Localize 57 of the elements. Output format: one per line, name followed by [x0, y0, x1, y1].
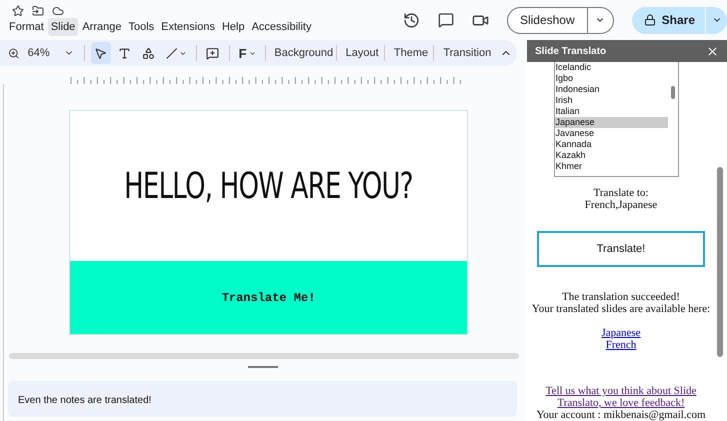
translate-button[interactable]: Translate! [537, 231, 705, 267]
star-icon[interactable] [12, 5, 24, 17]
menu-item[interactable]: Slide [48, 18, 78, 36]
panel-scroll-thumb[interactable] [717, 167, 723, 357]
speaker-notes[interactable]: Even the notes are translated! [18, 395, 152, 406]
success-message: The translation succeeded! [562, 291, 680, 303]
toolbar-button[interactable]: Transition [440, 42, 489, 64]
text-icon [118, 46, 130, 60]
list-scroll-thumb[interactable] [670, 86, 674, 99]
slideshow-button[interactable]: Slideshow [508, 8, 587, 32]
language-option[interactable]: Kannada [554, 139, 668, 150]
menu-item[interactable]: Help [218, 18, 248, 36]
menu-item[interactable]: Extensions [158, 18, 218, 36]
select-tool-button[interactable] [90, 42, 110, 64]
scrollbar[interactable] [9, 353, 519, 359]
menu-item[interactable]: Arrange [79, 18, 124, 36]
menu-item[interactable]: Tools [125, 18, 158, 36]
language-option[interactable]: Kazakh [554, 150, 668, 161]
language-list[interactable]: Icelandic Igbo Indonesian Irish Italian Japanese Javanese Kannada Kazakh Khmer [554, 62, 678, 177]
language-option[interactable]: Javanese [554, 128, 668, 139]
language-option[interactable]: Irish [554, 95, 668, 106]
language-option[interactable]: Icelandic [554, 62, 668, 73]
zoom-icon[interactable] [8, 46, 20, 60]
account-text: Your account : mikbenais@gmail.com [536, 409, 706, 421]
pointer-icon [94, 46, 106, 60]
lock-icon [644, 14, 656, 26]
slide-title: HELLO, HOW ARE YOU? [124, 166, 413, 206]
language-link[interactable]: French [606, 339, 636, 351]
resize-handle[interactable] [248, 366, 278, 368]
menu-item[interactable]: Accessibility [248, 18, 314, 36]
language-option[interactable]: Khmer [554, 161, 668, 172]
feedback-link[interactable]: Tell us what you think about Slide Translato, we love feedback! [527, 385, 715, 409]
share-button[interactable]: Share [632, 6, 705, 34]
font-button[interactable]: F [236, 42, 259, 64]
history-icon[interactable] [402, 12, 420, 28]
translate-to-label: Translate to: [594, 187, 648, 199]
language-link[interactable]: Japanese [601, 327, 641, 339]
shapes-icon [142, 46, 154, 60]
panel-title: Slide Translato [535, 46, 606, 56]
banner-text: Translate Me! [222, 290, 316, 304]
language-option[interactable]: Igbo [554, 73, 668, 84]
close-icon[interactable] [706, 44, 719, 58]
language-option[interactable]: Japanese [554, 117, 668, 128]
add-comment-icon [206, 46, 219, 60]
language-option[interactable]: Italian [554, 106, 668, 117]
available-message: Your translated slides are available here: [532, 303, 710, 315]
toolbar-button[interactable]: Theme [390, 42, 428, 64]
line-icon [166, 46, 177, 60]
toolbar-button[interactable]: Background [271, 42, 330, 64]
toolbar-button[interactable]: Layout [342, 42, 378, 64]
folder-icon[interactable] [32, 5, 44, 17]
cloud-icon[interactable] [52, 5, 64, 17]
zoom-dropdown[interactable]: 64% [24, 47, 78, 59]
translate-to-value: French,Japanese [584, 199, 658, 211]
language-option[interactable]: Indonesian [554, 84, 668, 95]
menu-item[interactable]: Format [6, 18, 47, 36]
comment-icon[interactable] [438, 12, 454, 28]
